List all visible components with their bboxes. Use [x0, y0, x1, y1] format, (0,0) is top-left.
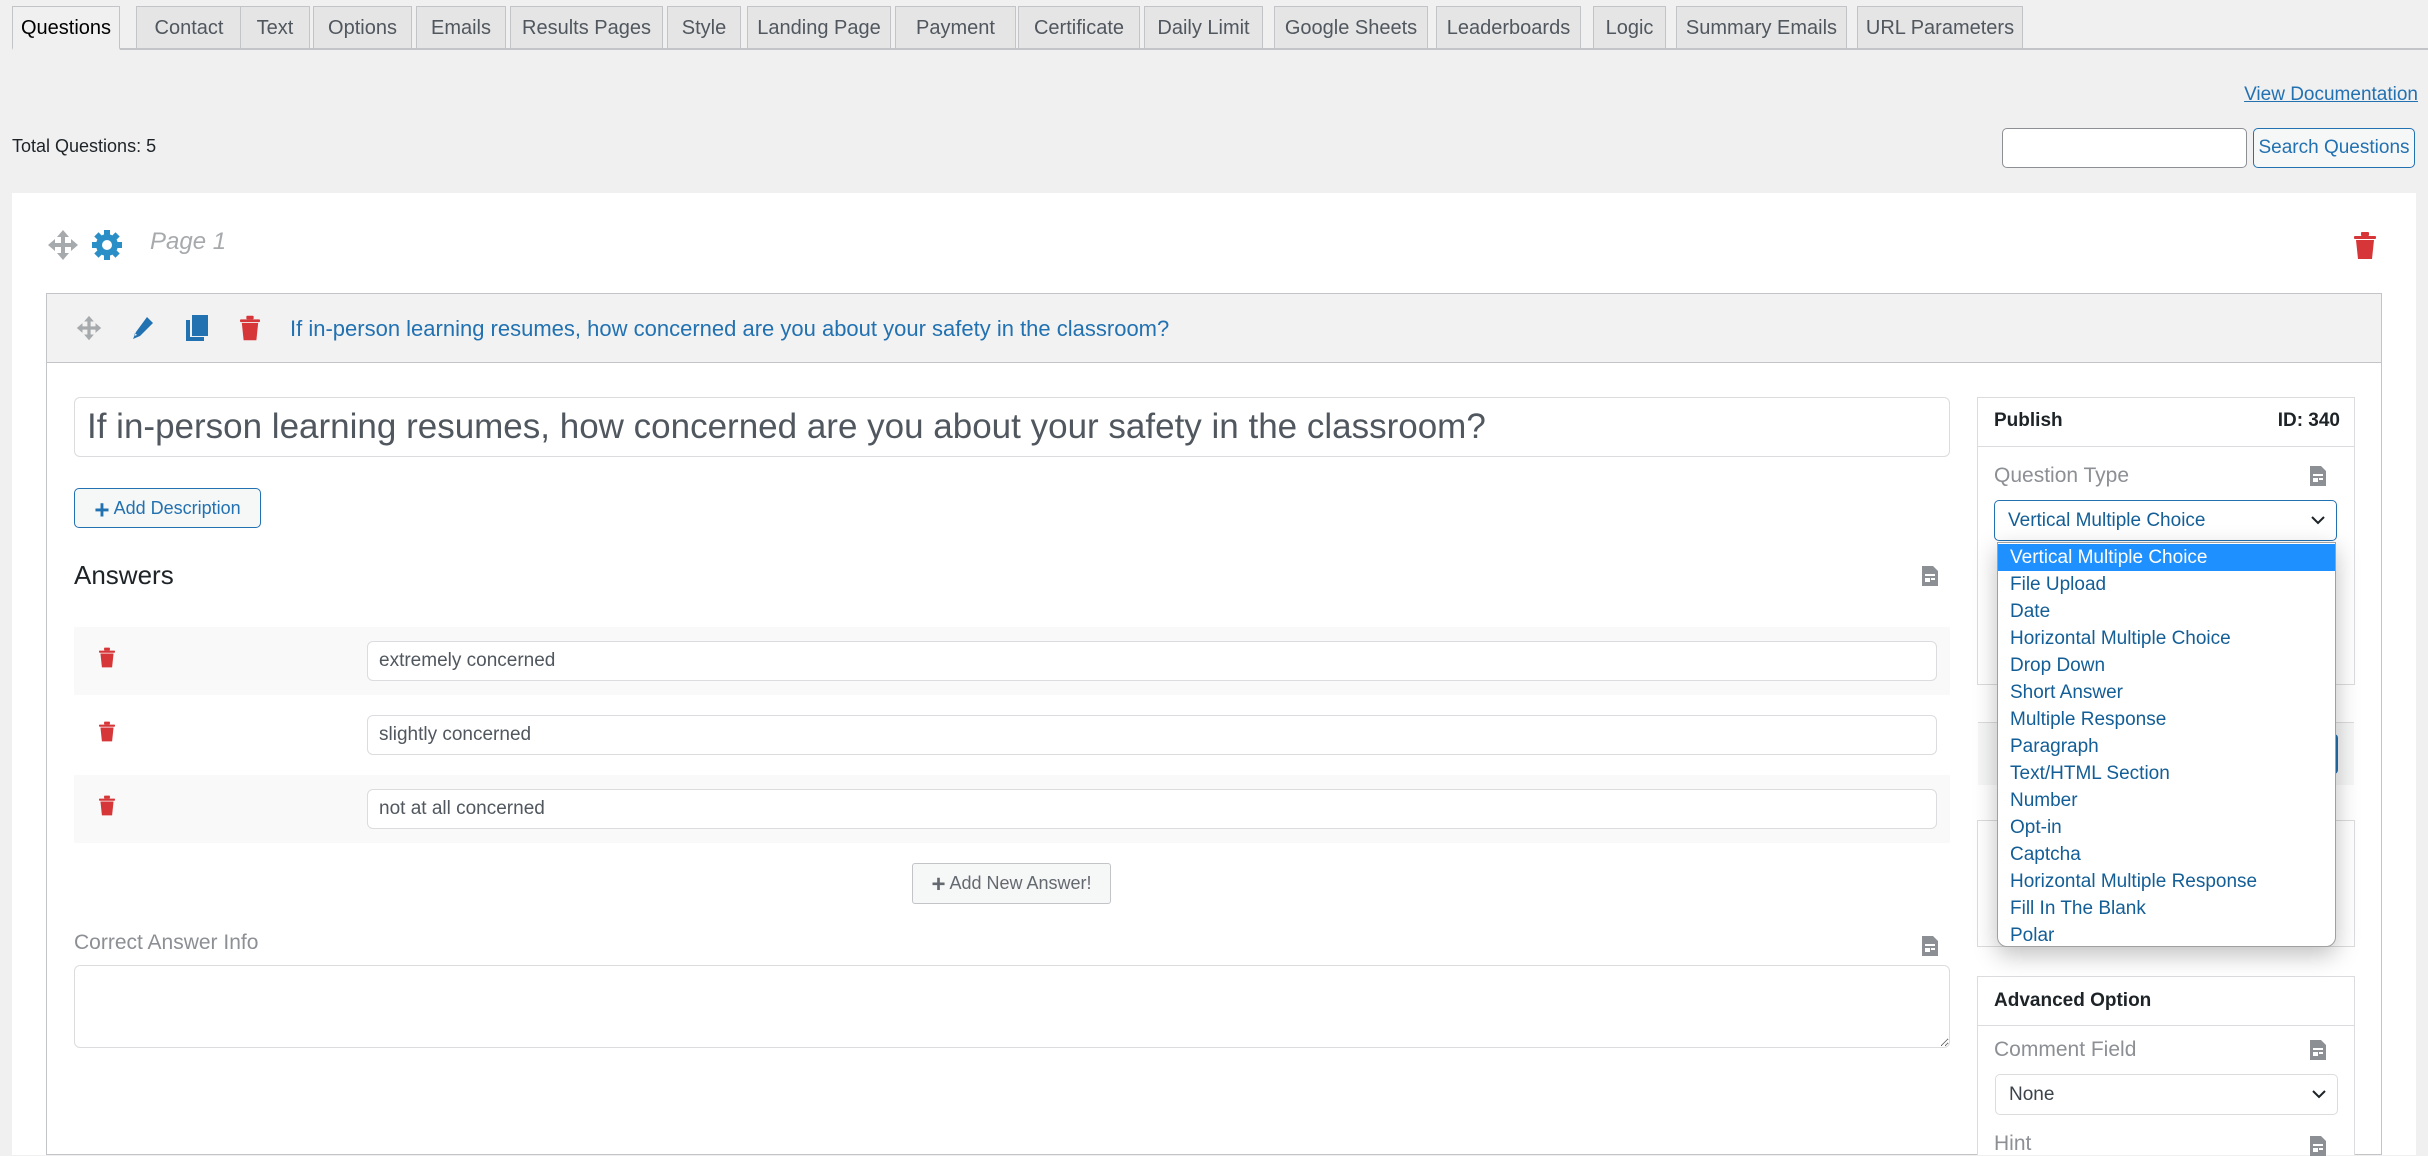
plus-icon: +	[931, 870, 946, 898]
tab-logic[interactable]: Logic	[1593, 6, 1666, 48]
question-type-select[interactable]: Vertical Multiple Choice	[1994, 500, 2337, 541]
question-type-doc-icon[interactable]	[2310, 466, 2326, 486]
total-questions-label: Total Questions:	[12, 136, 142, 156]
question-type-option[interactable]: Text/HTML Section	[1998, 760, 2335, 787]
delete-answer-trash-icon[interactable]	[99, 721, 115, 742]
question-type-label: Question Type	[1994, 464, 2130, 487]
question-move-icon[interactable]	[76, 315, 102, 341]
publish-label: Publish	[1994, 410, 2063, 431]
question-type-option[interactable]: Drop Down	[1998, 652, 2335, 679]
tab-daily-limit[interactable]: Daily Limit	[1144, 6, 1263, 48]
correct-answer-doc-icon[interactable]	[1922, 936, 1938, 956]
page-title: Page 1	[150, 228, 227, 255]
question-type-option[interactable]: Horizontal Multiple Response	[1998, 868, 2335, 895]
question-type-dropdown-list: Vertical Multiple Choice File Upload Dat…	[1997, 542, 2336, 947]
total-questions-value: 5	[146, 136, 157, 156]
question-type-option[interactable]: Captcha	[1998, 841, 2335, 868]
edit-pencil-icon[interactable]	[132, 316, 154, 340]
question-type-option[interactable]: Date	[1998, 598, 2335, 625]
tab-style[interactable]: Style	[667, 6, 741, 48]
question-title-input[interactable]	[74, 397, 1950, 457]
tab-certificate[interactable]: Certificate	[1018, 6, 1140, 48]
delete-answer-trash-icon[interactable]	[99, 795, 115, 816]
tab-questions[interactable]: Questions	[12, 6, 120, 50]
tab-bar: Questions Contact Text Options Emails Re…	[12, 6, 2428, 50]
correct-answer-info-textarea[interactable]	[74, 965, 1950, 1048]
page-settings-gear-icon[interactable]	[91, 229, 123, 261]
question-type-option[interactable]: Paragraph	[1998, 733, 2335, 760]
tab-results-pages[interactable]: Results Pages	[510, 6, 663, 48]
delete-page-trash-icon[interactable]	[2354, 232, 2376, 259]
question-type-option[interactable]: Short Answer	[1998, 679, 2335, 706]
comment-field-label: Comment Field	[1994, 1038, 2137, 1061]
question-type-option[interactable]: Number	[1998, 787, 2335, 814]
search-questions-button[interactable]: Search Questions	[2253, 128, 2415, 168]
tab-options[interactable]: Options	[313, 6, 412, 48]
hint-label: Hint	[1994, 1132, 2032, 1155]
page-move-icon[interactable]	[47, 229, 79, 261]
comment-field-doc-icon[interactable]	[2310, 1040, 2326, 1060]
delete-question-trash-icon[interactable]	[240, 315, 260, 341]
tab-text[interactable]: Text	[240, 6, 310, 48]
answers-doc-icon[interactable]	[1922, 566, 1938, 586]
question-type-option[interactable]: Horizontal Multiple Choice	[1998, 625, 2335, 652]
answers-heading: Answers	[74, 560, 174, 590]
add-description-button[interactable]: + Add Description	[74, 488, 261, 528]
tab-landing-page[interactable]: Landing Page	[747, 6, 891, 48]
tab-url-parameters[interactable]: URL Parameters	[1857, 6, 2023, 48]
question-id: ID: 340	[2277, 410, 2340, 431]
question-header-title[interactable]: If in-person learning resumes, how conce…	[290, 316, 1169, 342]
duplicate-copy-icon[interactable]	[186, 315, 208, 341]
tab-payment[interactable]: Payment	[895, 6, 1016, 48]
add-new-answer-button[interactable]: + Add New Answer!	[912, 863, 1111, 904]
question-type-option[interactable]: File Upload	[1998, 571, 2335, 598]
advanced-option-label: Advanced Option	[1994, 990, 2152, 1011]
view-documentation-link[interactable]: View Documentation	[2244, 84, 2418, 106]
tab-summary-emails[interactable]: Summary Emails	[1676, 6, 1847, 48]
question-type-option[interactable]: Multiple Response	[1998, 706, 2335, 733]
chevron-down-icon	[2311, 1075, 2327, 1128]
question-type-option[interactable]: Polar	[1998, 922, 2335, 946]
comment-field-select[interactable]: None	[1995, 1074, 2338, 1115]
tab-google-sheets[interactable]: Google Sheets	[1274, 6, 1428, 48]
hint-doc-icon[interactable]	[2310, 1136, 2326, 1156]
answer-input[interactable]	[367, 789, 1937, 829]
total-questions: Total Questions: 5	[12, 136, 156, 157]
question-type-option[interactable]: Vertical Multiple Choice	[1998, 544, 2335, 571]
search-questions-input[interactable]	[2002, 128, 2247, 168]
tab-leaderboards[interactable]: Leaderboards	[1436, 6, 1581, 48]
delete-answer-trash-icon[interactable]	[99, 647, 115, 668]
correct-answer-info-label: Correct Answer Info	[74, 931, 259, 954]
tab-contact[interactable]: Contact	[136, 6, 242, 48]
question-type-option[interactable]: Opt-in	[1998, 814, 2335, 841]
answer-input[interactable]	[367, 641, 1937, 681]
answer-input[interactable]	[367, 715, 1937, 755]
plus-icon: +	[94, 494, 110, 525]
question-type-option[interactable]: Fill In The Blank	[1998, 895, 2335, 922]
tab-emails[interactable]: Emails	[416, 6, 506, 48]
